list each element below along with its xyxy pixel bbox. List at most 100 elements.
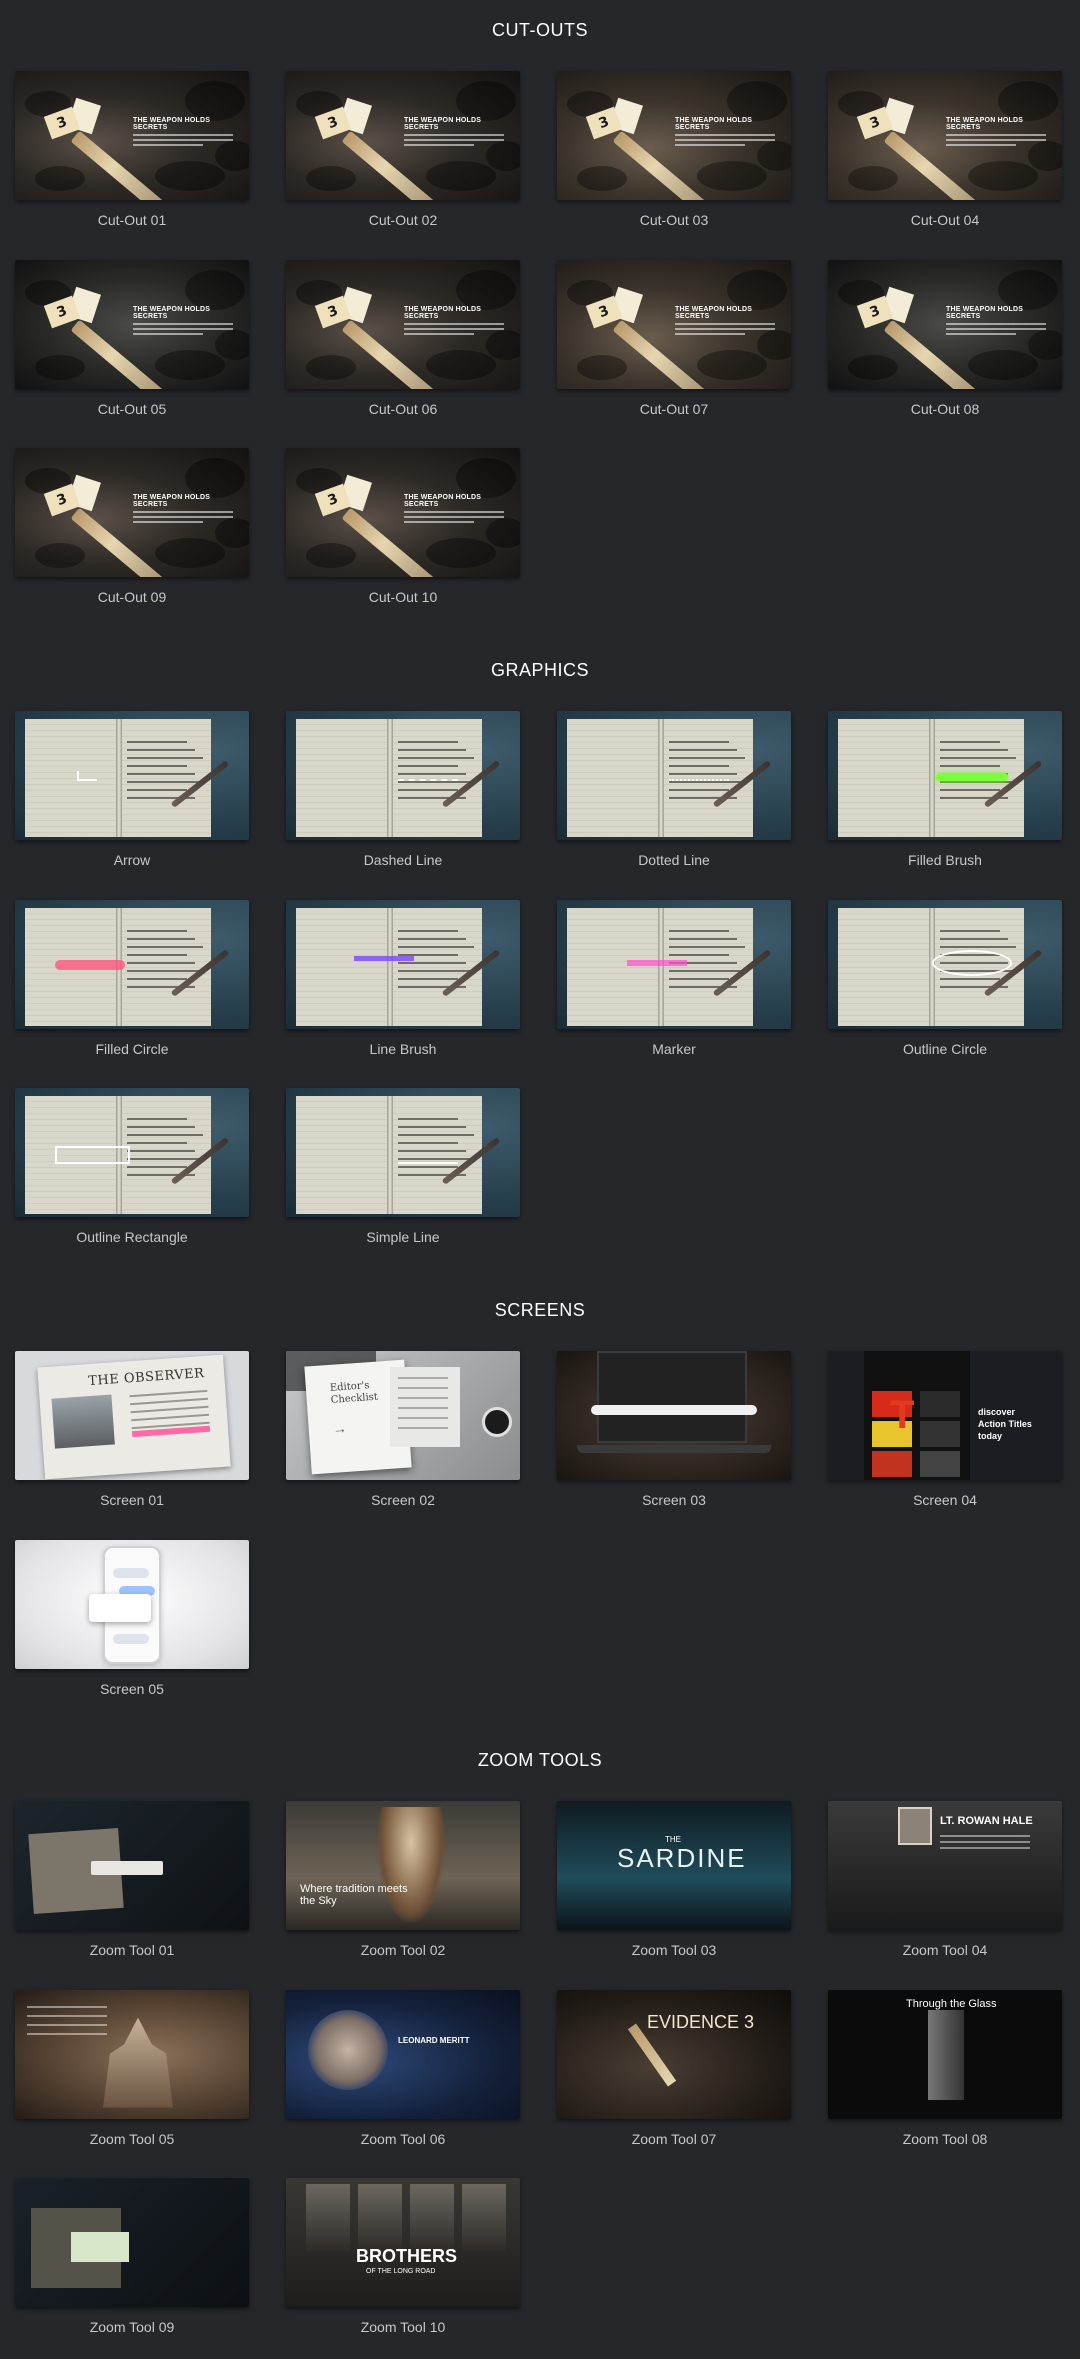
handwriting-line [398,945,474,948]
graphic-thumbnail[interactable] [286,1088,520,1217]
graphic-thumbnail[interactable] [828,899,1062,1029]
notebook-spine [387,1096,393,1214]
zoom-tool-tile[interactable]: Zoom Tool 01 [15,1801,249,1958]
handwriting-line [669,789,729,791]
zoom-tool-thumbnail[interactable]: LT. ROWAN HALE [828,1801,1062,1930]
graphic-thumbnail[interactable] [286,711,520,840]
zoom-tool-thumbnail[interactable]: BROTHERS OF THE LONG ROAD [286,2178,520,2307]
cutout-tile[interactable]: 3 THE WEAPON HOLDS SECRETS Cut-Out 04 [828,71,1062,228]
cutout-heading: THE WEAPON HOLDS SECRETS [675,305,753,320]
zoom-tool-thumbnail[interactable]: THE SARDINE [557,1801,791,1930]
screen-thumbnail[interactable] [15,1539,249,1669]
zoom-tool-tile[interactable]: EVIDENCE 3 Zoom Tool 07 [557,1989,791,2147]
handwriting-line [940,781,1016,783]
cutout-tile[interactable]: 3 THE WEAPON HOLDS SECRETS Cut-Out 07 [557,259,791,417]
graphic-tile[interactable]: Line Brush [286,899,520,1057]
graphic-tile[interactable]: Filled Brush [828,711,1062,868]
zoom-tool-tile[interactable]: Zoom Tool 05 [15,1989,249,2147]
handwriting-line [398,1158,474,1160]
graphic-thumbnail[interactable] [828,711,1062,840]
cutout-label: Cut-Out 05 [97,400,167,417]
cutout-tile[interactable]: 3 THE WEAPON HOLDS SECRETS Cut-Out 05 [15,259,249,417]
notebook-left-page [296,1096,390,1214]
handwriting-line [398,1118,458,1120]
zoom-tool-thumbnail[interactable]: EVIDENCE 3 [557,1989,791,2119]
zoom-tool-tile[interactable]: Zoom Tool 09 [15,2178,249,2335]
cutout-thumbnail[interactable]: 3 THE WEAPON HOLDS SECRETS [557,71,791,200]
cutout-tile[interactable]: 3 THE WEAPON HOLDS SECRETS Cut-Out 10 [286,448,520,605]
graphic-tile[interactable]: Filled Circle [15,899,249,1057]
zoom-tool-tile[interactable]: LEONARD MERITT Zoom Tool 06 [286,1989,520,2147]
cutout-thumbnail[interactable]: 3 THE WEAPON HOLDS SECRETS [557,259,791,389]
zoom-tool-tile[interactable]: Through the Glass Zoom Tool 08 [828,1989,1062,2147]
screen-thumbnail[interactable]: THE OBSERVER [15,1351,249,1480]
script-line [27,2032,107,2035]
zoom-tool-thumbnail[interactable] [15,1989,249,2119]
graphic-thumbnail[interactable] [15,1088,249,1217]
rubble-shape [727,269,787,310]
notebook-spine [387,719,393,837]
cutout-thumbnail[interactable]: 3 THE WEAPON HOLDS SECRETS [828,71,1062,200]
zoom-tool-tile[interactable]: LT. ROWAN HALE Zoom Tool 04 [828,1801,1062,1958]
caption-line [675,139,775,141]
cutout-tile[interactable]: 3 THE WEAPON HOLDS SECRETS Cut-Out 02 [286,71,520,228]
zoom-tool-tile[interactable]: BROTHERS OF THE LONG ROAD Zoom Tool 10 [286,2178,520,2335]
notebook-right-page [661,907,753,1026]
graphic-tile[interactable]: Simple Line [286,1088,520,1245]
zoom-tool-tile[interactable]: Where tradition meets the Sky Zoom Tool 0… [286,1801,520,1958]
cutout-thumbnail[interactable]: 3 THE WEAPON HOLDS SECRETS [15,259,249,389]
cutout-tile[interactable]: 3 THE WEAPON HOLDS SECRETS Cut-Out 01 [15,71,249,228]
rubble-shape [35,166,85,191]
handwriting-line [669,953,729,956]
handwriting-line [940,977,1000,980]
screen-tile[interactable]: Editor's Checklist → Screen 02 [286,1351,520,1508]
graphic-tile[interactable]: Arrow [15,711,249,868]
screen-thumbnail[interactable]: Editor's Checklist → [286,1351,520,1480]
screen-thumbnail[interactable] [557,1351,791,1480]
handwriting-line [398,977,458,980]
graphic-thumbnail[interactable] [286,899,520,1029]
zoom-tool-thumbnail[interactable]: Through the Glass [828,1989,1062,2119]
handwriting-line [398,749,466,751]
screen-tile[interactable]: THE OBSERVER Screen 01 [15,1351,249,1508]
cutout-thumbnail[interactable]: 3 THE WEAPON HOLDS SECRETS [828,259,1062,389]
graphic-tile[interactable]: Outline Rectangle [15,1088,249,1245]
graphic-tile[interactable]: Dashed Line [286,711,520,868]
rubble-shape [456,458,516,498]
zoom-tool-thumbnail[interactable]: Where tradition meets the Sky [286,1801,520,1930]
cutout-thumbnail[interactable]: 3 THE WEAPON HOLDS SECRETS [286,448,520,577]
notebook-left-page [296,719,390,837]
screen-tile[interactable]: Screen 05 [15,1539,249,1697]
cutout-thumbnail[interactable]: 3 THE WEAPON HOLDS SECRETS [15,448,249,577]
cutout-thumbnail[interactable]: 3 THE WEAPON HOLDS SECRETS [286,71,520,200]
chat-bubble [113,1567,149,1578]
graphic-tile[interactable]: Outline Circle [828,899,1062,1057]
rubble-shape [185,269,245,310]
caption-line [675,322,775,325]
graphic-thumbnail[interactable] [557,899,791,1029]
cutout-tile[interactable]: 3 THE WEAPON HOLDS SECRETS Cut-Out 03 [557,71,791,228]
graphic-thumbnail[interactable] [15,899,249,1029]
castle-image [103,2017,173,2108]
cutout-tile[interactable]: 3 THE WEAPON HOLDS SECRETS Cut-Out 06 [286,259,520,417]
graphic-tile[interactable]: Dotted Line [557,711,791,868]
screen-thumbnail[interactable]: Tdiscover Action Titles today [828,1351,1062,1480]
cutout-thumbnail[interactable]: 3 THE WEAPON HOLDS SECRETS [15,71,249,200]
handwriting-line [127,969,203,972]
cutout-tile[interactable]: 3 THE WEAPON HOLDS SECRETS Cut-Out 08 [828,259,1062,417]
graphic-thumbnail[interactable] [557,711,791,840]
zoom-tool-tile[interactable]: THE SARDINE Zoom Tool 03 [557,1801,791,1958]
article-line [130,1405,209,1414]
handwriting-line [127,953,187,956]
screen-tile[interactable]: Tdiscover Action Titles today Screen 04 [828,1351,1062,1508]
rubble-shape [426,349,496,380]
cutout-thumbnail[interactable]: 3 THE WEAPON HOLDS SECRETS [286,259,520,389]
screen-tile[interactable]: Screen 03 [557,1351,791,1508]
zoom-tool-thumbnail[interactable] [15,1801,249,1930]
zoom-tool-thumbnail[interactable] [15,2178,249,2307]
zoom-tool-thumbnail[interactable]: LEONARD MERITT [286,1989,520,2119]
cutout-tile[interactable]: 3 THE WEAPON HOLDS SECRETS Cut-Out 09 [15,448,249,605]
graphic-tile[interactable]: Marker [557,899,791,1057]
graphic-thumbnail[interactable] [15,711,249,840]
handwriting-line [398,757,474,759]
